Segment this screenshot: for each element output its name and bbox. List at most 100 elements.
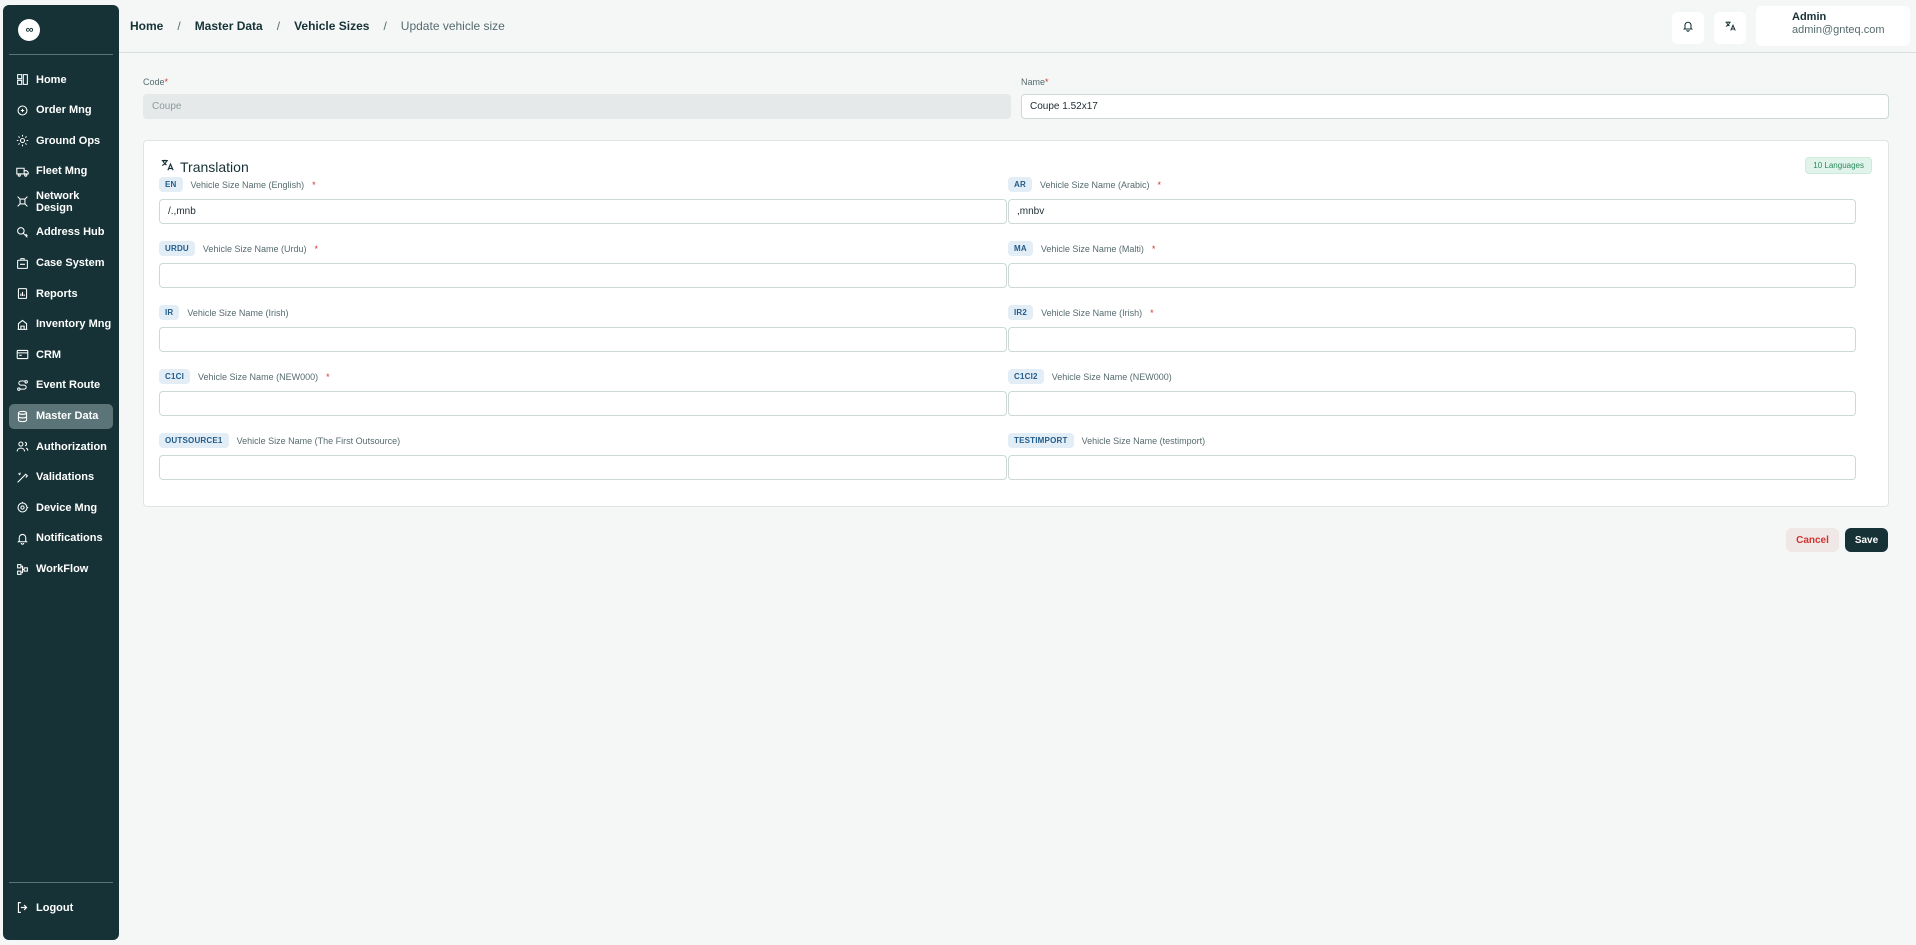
- translation-input-ar[interactable]: [1008, 199, 1856, 224]
- name-label: Name*: [1021, 77, 1049, 87]
- sidebar-item-order-mng[interactable]: Order Mng: [9, 98, 113, 123]
- reports-icon: [16, 287, 29, 300]
- translation-input-en[interactable]: [159, 199, 1007, 224]
- sidebar-item-label: Ground Ops: [36, 134, 101, 147]
- logout-label: Logout: [36, 901, 74, 914]
- breadcrumb-separator: /: [276, 19, 281, 33]
- truck-icon: [16, 165, 29, 178]
- required-mark: *: [326, 371, 330, 382]
- sidebar-item-label: Home: [36, 73, 67, 86]
- sidebar-item-event-route[interactable]: Event Route: [9, 373, 113, 398]
- sidebar-item-label: Fleet Mng: [36, 165, 88, 178]
- sidebar-item-address-hub[interactable]: Address Hub: [9, 220, 113, 245]
- sidebar-item-validations[interactable]: Validations: [9, 465, 113, 490]
- sidebar-item-label: CRM: [36, 348, 62, 361]
- sidebar-item-home[interactable]: Home: [9, 67, 113, 92]
- sidebar-item-fleet-mng[interactable]: Fleet Mng: [9, 159, 113, 184]
- home-icon: [16, 73, 29, 86]
- cancel-button[interactable]: Cancel: [1786, 528, 1839, 552]
- languages-badge: 10 Languages: [1805, 157, 1872, 174]
- sidebar-item-label: Event Route: [36, 379, 101, 392]
- translation-label-testimport: TESTIMPORT Vehicle Size Name (testimport): [1008, 433, 1205, 448]
- users-icon: [16, 440, 29, 453]
- sidebar: ∞ Home Order Mng Ground Ops Fleet Mng Networ…: [3, 5, 119, 940]
- translation-label-outsource1: OUTSOURCE1 Vehicle Size Name (The First O…: [159, 433, 400, 448]
- translation-input-c1ci2[interactable]: [1008, 391, 1856, 416]
- case-icon: [16, 257, 29, 270]
- sidebar-item-label: Master Data: [36, 410, 99, 423]
- translation-input-testimport[interactable]: [1008, 455, 1856, 480]
- sidebar-item-network-design[interactable]: Network Design: [9, 189, 113, 214]
- required-mark: *: [1151, 243, 1156, 254]
- sidebar-item-crm[interactable]: CRM: [9, 342, 113, 367]
- sidebar-item-reports[interactable]: Reports: [9, 281, 113, 306]
- sidebar-item-label: Reports: [36, 287, 78, 300]
- validation-icon: [16, 471, 29, 484]
- sidebar-item-authorization[interactable]: Authorization: [9, 434, 113, 459]
- translate-icon: [160, 158, 174, 175]
- save-button[interactable]: Save: [1845, 528, 1888, 552]
- sidebar-item-label: Inventory Mng: [36, 318, 112, 331]
- sidebar-item-workflow[interactable]: WorkFlow: [9, 557, 113, 582]
- header-actions: Admin admin@gnteq.com: [1672, 6, 1910, 46]
- breadcrumb-separator: /: [177, 19, 181, 33]
- translation-label-text: Vehicle Size Name (NEW000): [198, 371, 319, 382]
- translation-input-ma[interactable]: [1008, 263, 1856, 288]
- order-icon: [16, 104, 29, 117]
- required-mark: *: [1157, 179, 1162, 190]
- language-code-chip: EN: [159, 177, 183, 192]
- language-code-chip: OUTSOURCE1: [159, 433, 229, 448]
- breadcrumb: Home / Master Data / Vehicle Sizes / Upd…: [130, 19, 505, 33]
- breadcrumb-vehicle-sizes[interactable]: Vehicle Sizes: [294, 19, 369, 33]
- breadcrumb-home[interactable]: Home: [130, 19, 163, 33]
- sidebar-item-label: WorkFlow: [36, 563, 89, 575]
- translation-input-urdu[interactable]: [159, 263, 1007, 288]
- breadcrumb-separator: /: [383, 19, 387, 33]
- language-code-chip: IR2: [1008, 305, 1034, 320]
- user-menu[interactable]: Admin admin@gnteq.com: [1756, 6, 1910, 46]
- translation-label-ir: IR Vehicle Size Name (Irish): [159, 305, 288, 320]
- bell-icon: [16, 532, 29, 545]
- sidebar-item-device-mng[interactable]: Device Mng: [9, 495, 113, 520]
- translation-title: Translation: [160, 158, 249, 175]
- logout-button[interactable]: Logout: [9, 895, 113, 920]
- language-code-chip: C1CI: [159, 369, 191, 384]
- user-email: admin@gnteq.com: [1792, 24, 1885, 36]
- sidebar-item-label: Authorization: [36, 440, 107, 453]
- notifications-button[interactable]: [1672, 12, 1704, 44]
- sidebar-item-notifications[interactable]: Notifications: [9, 526, 113, 551]
- translation-title-text: Translation: [180, 158, 249, 175]
- required-mark: *: [164, 77, 169, 87]
- translation-label-ma: MA Vehicle Size Name (Malti) *: [1008, 241, 1155, 256]
- language-button[interactable]: [1714, 12, 1746, 44]
- top-header: Home / Master Data / Vehicle Sizes / Upd…: [119, 0, 1916, 53]
- user-name: Admin: [1792, 11, 1827, 23]
- breadcrumb-master-data[interactable]: Master Data: [195, 19, 263, 33]
- translation-input-c1ci[interactable]: [159, 391, 1007, 416]
- translation-label-text: Vehicle Size Name (Malti): [1040, 243, 1144, 254]
- address-icon: [16, 226, 29, 239]
- sidebar-item-label: Network Design: [36, 189, 80, 214]
- required-mark: *: [1150, 307, 1154, 318]
- language-code-chip: URDU: [159, 241, 195, 256]
- code-input: [143, 94, 1011, 119]
- sidebar-item-ground-ops[interactable]: Ground Ops: [9, 128, 113, 153]
- sidebar-item-label: Validations: [36, 471, 95, 484]
- database-icon: [16, 410, 29, 423]
- translation-input-ir[interactable]: [159, 327, 1007, 352]
- logo[interactable]: ∞: [18, 18, 40, 41]
- translation-input-outsource1[interactable]: [159, 455, 1007, 480]
- translation-label-text: Vehicle Size Name (NEW000): [1051, 371, 1172, 382]
- translation-label-c1ci2: C1CI2 Vehicle Size Name (NEW000): [1008, 369, 1172, 384]
- sidebar-item-inventory-mng[interactable]: Inventory Mng: [9, 312, 113, 337]
- required-mark: *: [1045, 77, 1049, 87]
- sidebar-footer: Logout: [9, 882, 113, 940]
- workflow-icon: [16, 563, 29, 576]
- translation-label-c1ci: C1CI Vehicle Size Name (NEW000) *: [159, 369, 330, 384]
- name-input[interactable]: [1021, 94, 1889, 119]
- translate-icon: [1724, 19, 1736, 37]
- sidebar-item-master-data[interactable]: Master Data: [9, 403, 113, 429]
- translation-input-ir2[interactable]: [1008, 327, 1856, 352]
- sidebar-item-case-system[interactable]: Case System: [9, 251, 113, 276]
- required-mark: *: [312, 179, 316, 190]
